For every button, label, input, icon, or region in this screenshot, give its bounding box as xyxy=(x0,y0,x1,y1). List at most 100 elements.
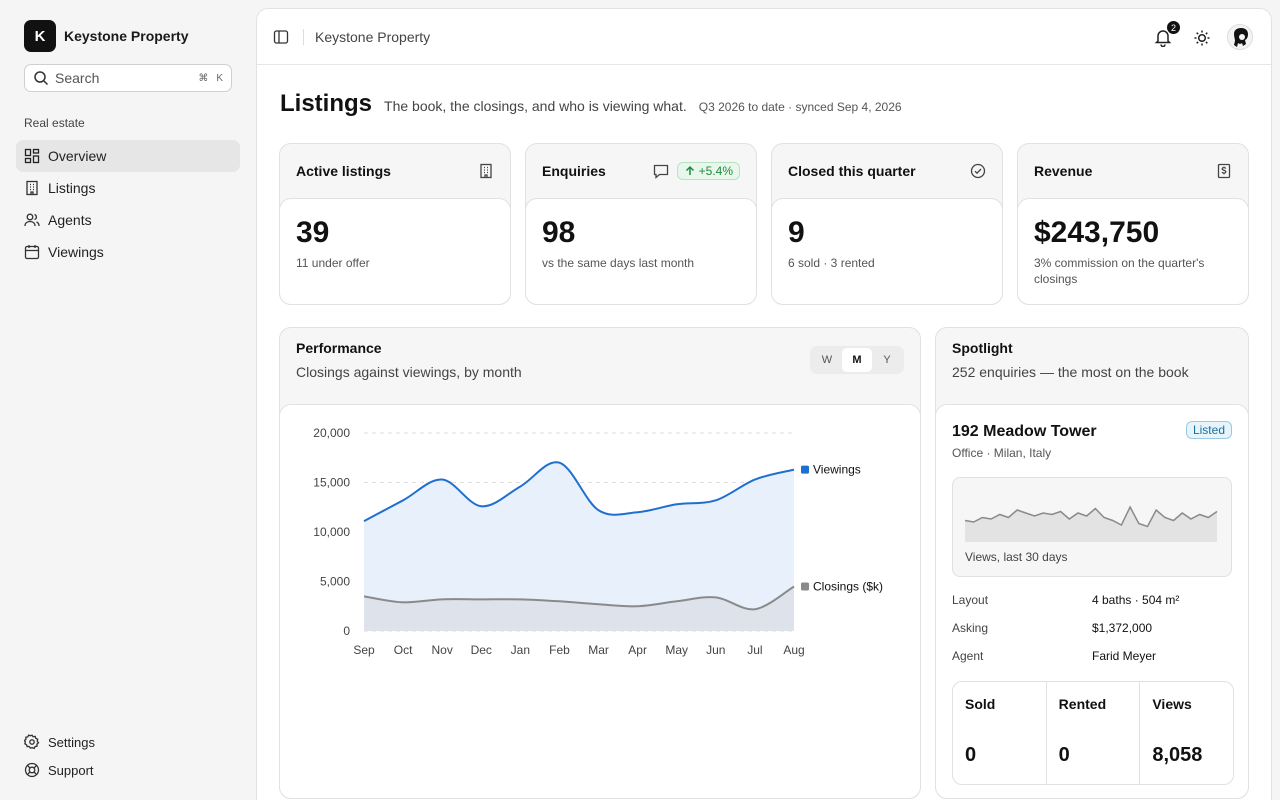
period-month-button[interactable]: M xyxy=(842,348,872,372)
sidebar-item-label: Agents xyxy=(48,212,92,228)
shortcut-key: K xyxy=(216,72,223,84)
spotlight-body: 192 Meadow Tower Office · Milan, Italy L… xyxy=(935,404,1249,799)
detail-key: Agent xyxy=(952,649,984,663)
kpi-note: 11 under offer xyxy=(296,256,370,270)
arrow-up-icon xyxy=(685,165,694,175)
x-tick-label: Jul xyxy=(747,643,762,657)
x-tick-label: Sep xyxy=(353,643,375,657)
sidebar-item-label: Settings xyxy=(48,734,95,750)
x-tick-label: May xyxy=(665,643,688,657)
sidebar: K Keystone Property Search ⌘ K Real esta… xyxy=(0,0,256,800)
brand-name: Keystone Property xyxy=(64,28,189,44)
trend-value: +5.4% xyxy=(698,164,733,178)
x-tick-label: Dec xyxy=(471,643,492,657)
period-toggle: W M Y xyxy=(810,346,904,374)
kpi-card-revenue: Revenue $243,750 3% commission on the qu… xyxy=(1017,143,1249,305)
detail-row-asking: Asking $1,372,000 xyxy=(952,621,1232,635)
sidebar-toggle-button[interactable] xyxy=(269,23,293,51)
sparkline-card: Views, last 30 days xyxy=(952,477,1232,577)
series-label: Closings ($k) xyxy=(813,579,883,593)
x-tick-label: Oct xyxy=(394,643,413,657)
detail-value: Farid Meyer xyxy=(1092,649,1157,663)
sun-icon[interactable] xyxy=(1192,28,1212,48)
kpi-note: vs the same days last month xyxy=(542,256,695,270)
x-tick-label: Apr xyxy=(628,643,647,657)
stat-label: Sold xyxy=(965,696,996,712)
kpi-value: $243,750 xyxy=(1034,216,1160,249)
brand-logo: K xyxy=(24,20,56,52)
panel-subtitle: 252 enquiries — the most on the book xyxy=(952,364,1189,380)
performance-chart: 20,000 15,000 10,000 5,000 0Sep Oct Nov Dec Jan F… xyxy=(313,426,883,657)
stat-views: Views 8,058 xyxy=(1139,682,1233,784)
topbar-divider xyxy=(303,29,304,45)
status-badge: Listed xyxy=(1185,421,1232,439)
sidebar-item-listings[interactable]: Listings xyxy=(16,172,240,204)
x-tick-label: Jun xyxy=(706,643,725,657)
kpi-note: 6 sold · 3 rented xyxy=(788,256,875,270)
avatar[interactable] xyxy=(1227,24,1253,50)
page-header: Listings The book, the closings, and who… xyxy=(280,90,902,118)
avatar-image xyxy=(1234,28,1248,47)
kpi-value: 98 xyxy=(542,216,576,249)
views-sparkline xyxy=(964,505,1218,542)
detail-row-agent: Agent Farid Meyer xyxy=(952,649,1232,663)
stat-rented: Rented 0 xyxy=(1045,682,1140,784)
search-icon xyxy=(34,71,49,86)
property-name[interactable]: 192 Meadow Tower xyxy=(952,423,1097,441)
sidebar-item-label: Overview xyxy=(48,148,107,164)
page-meta: Q3 2026 to date · synced Sep 4, 2026 xyxy=(698,100,902,114)
y-tick-label: 15,000 xyxy=(313,476,350,490)
kpi-value: 9 xyxy=(788,216,805,249)
sidebar-item-label: Listings xyxy=(48,180,96,196)
layout-dashboard-icon xyxy=(24,148,40,164)
spotlight-panel: Spotlight 252 enquiries — the most on th… xyxy=(935,327,1249,799)
y-tick-label: 10,000 xyxy=(313,525,350,539)
sidebar-item-viewings[interactable]: Viewings xyxy=(16,236,240,268)
breadcrumb[interactable]: Keystone Property xyxy=(315,29,430,45)
check-circle-icon xyxy=(970,163,986,179)
kpi-card-active-listings: Active listings 39 11 under offer xyxy=(279,143,511,305)
x-tick-label: Jan xyxy=(511,643,530,657)
panel-title: Spotlight xyxy=(952,340,1013,356)
kpi-title: Active listings xyxy=(296,163,391,179)
performance-panel: Performance Closings against viewings, b… xyxy=(279,327,921,799)
gear-icon xyxy=(24,734,40,750)
building-icon xyxy=(480,163,492,179)
sidebar-item-settings[interactable]: Settings xyxy=(16,728,240,756)
sidebar-item-overview[interactable]: Overview xyxy=(16,140,240,172)
period-week-button[interactable]: W xyxy=(812,348,842,372)
kpi-card-closed: Closed this quarter 9 6 sold · 3 rented xyxy=(771,143,1003,305)
section-label: Real estate xyxy=(24,116,85,130)
property-type: Office · Milan, Italy xyxy=(952,446,1052,460)
x-tick-label: Mar xyxy=(588,643,609,657)
message-icon xyxy=(653,164,668,179)
stat-value: 0 xyxy=(965,744,977,766)
brand[interactable]: K Keystone Property xyxy=(24,20,188,52)
sidebar-toggle-icon xyxy=(273,30,289,44)
receipt-dollar-icon xyxy=(1217,163,1231,179)
property-stats: Sold 0 Rented 0 Views 8,058 xyxy=(952,681,1234,785)
search-input[interactable]: Search ⌘ K xyxy=(24,64,232,92)
x-tick-label: Nov xyxy=(432,643,453,657)
x-tick-label: Feb xyxy=(549,643,570,657)
sidebar-item-support[interactable]: Support xyxy=(16,756,240,784)
detail-row-layout: Layout 4 baths · 504 m² xyxy=(952,593,1232,607)
detail-value: 4 baths · 504 m² xyxy=(1092,593,1180,607)
sidebar-item-agents[interactable]: Agents xyxy=(16,204,240,236)
chart-container: 20,000 15,000 10,000 5,000 0 Sep Oct Nov Dec Jan F… xyxy=(279,404,921,799)
stat-value: 0 xyxy=(1058,744,1070,766)
detail-value: $1,372,000 xyxy=(1092,621,1153,635)
page-title: Listings xyxy=(280,90,373,117)
detail-key: Asking xyxy=(952,621,989,635)
calendar-icon xyxy=(24,245,40,260)
y-tick-label: 0 xyxy=(343,624,350,638)
y-tick-label: 5,000 xyxy=(320,575,350,589)
search-placeholder: Search xyxy=(55,70,100,86)
stat-label: Rented xyxy=(1058,696,1107,712)
period-year-button[interactable]: Y xyxy=(872,348,902,372)
kpi-title: Enquiries xyxy=(542,163,606,179)
stat-value: 8,058 xyxy=(1152,744,1203,766)
detail-key: Layout xyxy=(952,593,989,607)
series-label: Viewings xyxy=(813,463,861,477)
sidebar-item-label: Support xyxy=(48,762,94,778)
